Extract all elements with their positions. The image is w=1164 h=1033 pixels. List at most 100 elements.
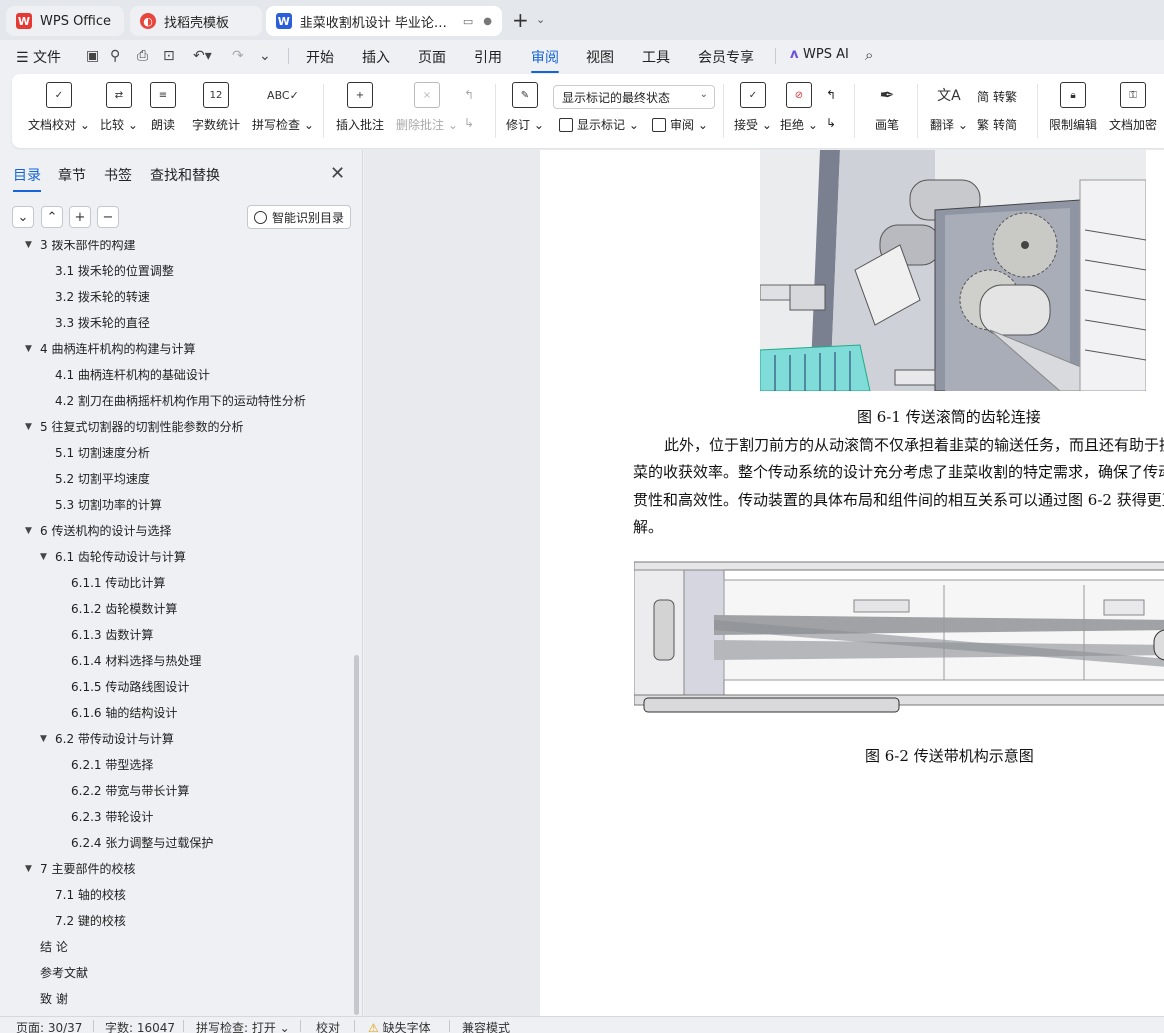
word-count-indicator[interactable]: 字数: 16047	[105, 1019, 175, 1033]
menu-references[interactable]: 引用	[474, 47, 502, 67]
page-indicator[interactable]: 页面: 30/37	[16, 1019, 82, 1033]
save-icon[interactable]: ▣	[86, 48, 99, 64]
translate-button[interactable]: 文A 翻译 ⌄	[930, 82, 968, 133]
toc-item[interactable]: 结 论	[40, 938, 68, 956]
toc-item[interactable]: 6.2.3 带轮设计	[71, 808, 153, 826]
collapse-chevron-down-icon[interactable]: ⌄	[12, 206, 34, 228]
proofread-indicator[interactable]: 校对	[316, 1019, 340, 1033]
toc-item[interactable]: 7 主要部件的校核	[40, 860, 135, 878]
pen-button[interactable]: ✒ 画笔	[874, 82, 900, 133]
review-pane-button[interactable]: 审阅 ⌄	[652, 116, 708, 133]
remove-heading-minus-icon[interactable]: −	[97, 206, 119, 228]
expand-triangle-icon[interactable]: ▼	[25, 418, 32, 436]
undo-icon[interactable]: ↶▾	[193, 48, 212, 64]
toc-item[interactable]: 6.1.6 轴的结构设计	[71, 704, 177, 722]
add-heading-plus-icon[interactable]: +	[69, 206, 91, 228]
menu-home[interactable]: 开始	[306, 47, 334, 67]
next-comment-icon[interactable]: ↳	[464, 116, 474, 130]
toc-item[interactable]: 6 传送机构的设计与选择	[40, 522, 171, 540]
spell-check-indicator[interactable]: 拼写检查: 打开 ⌄	[196, 1019, 290, 1033]
word-count-button[interactable]: 12 字数统计	[192, 82, 240, 133]
toc-item[interactable]: 3.2 拨禾轮的转速	[55, 288, 150, 306]
toc-item[interactable]: 致 谢	[40, 990, 68, 1008]
menu-page[interactable]: 页面	[418, 47, 446, 67]
markup-state-select[interactable]: 显示标记的最终状态 ⌄	[553, 85, 715, 109]
expand-triangle-icon[interactable]: ▼	[25, 240, 32, 254]
doc-check-button[interactable]: ✓ 文档校对 ⌄	[28, 82, 90, 133]
toc-item[interactable]: 6.1.5 传动路线图设计	[71, 678, 189, 696]
menu-view[interactable]: 视图	[586, 47, 614, 67]
menu-insert[interactable]: 插入	[362, 47, 390, 67]
expand-triangle-icon[interactable]: ▼	[40, 548, 47, 566]
nav-tab-find-replace[interactable]: 查找和替换	[150, 165, 220, 185]
toc-item[interactable]: 5.3 切割功率的计算	[55, 496, 162, 514]
prev-change-icon[interactable]: ↰	[826, 88, 836, 102]
toc-item[interactable]: 6.1.1 传动比计算	[71, 574, 165, 592]
expand-triangle-icon[interactable]: ▼	[25, 340, 32, 358]
menu-review[interactable]: 审阅	[531, 47, 559, 73]
toc-item[interactable]: 6.1.2 齿轮模数计算	[71, 600, 177, 618]
encrypt-button[interactable]: ⚿ 文档加密	[1109, 82, 1157, 133]
spell-check-button[interactable]: ABC✓ 拼写检查 ⌄	[252, 82, 314, 133]
to-simplified-button[interactable]: 繁 转简	[977, 116, 1017, 133]
redo-icon[interactable]: ↷	[232, 48, 244, 64]
file-menu[interactable]: ☰ 文件	[16, 47, 61, 67]
expand-triangle-icon[interactable]: ▼	[25, 860, 32, 878]
toc-item[interactable]: 5.1 切割速度分析	[55, 444, 150, 462]
chevron-down-icon[interactable]: ⌄	[536, 13, 545, 26]
toc-item[interactable]: 5 往复式切割器的切割性能参数的分析	[40, 418, 243, 436]
scrollbar[interactable]	[354, 655, 359, 1015]
toc-item[interactable]: 6.2.4 张力调整与过载保护	[71, 834, 213, 852]
compare-button[interactable]: ⇄ 比较 ⌄	[100, 82, 138, 133]
new-tab-plus-icon[interactable]: +	[512, 8, 529, 32]
restrict-edit-button[interactable]: 🔒︎ 限制编辑	[1049, 82, 1097, 133]
toc-item[interactable]: 参考文献	[40, 964, 88, 982]
more-chevron-icon[interactable]: ⌄	[259, 48, 271, 64]
toc-item[interactable]: 7.1 轴的校核	[55, 886, 126, 904]
share-icon[interactable]: ⚲	[110, 48, 120, 64]
expand-triangle-icon[interactable]: ▼	[25, 522, 32, 540]
tab-wps-office[interactable]: W WPS Office	[6, 6, 124, 36]
insert-comment-button[interactable]: + 插入批注	[336, 82, 384, 133]
toc-item[interactable]: 3.3 拨禾轮的直径	[55, 314, 150, 332]
delete-comment-button[interactable]: × 删除批注 ⌄	[396, 82, 458, 133]
nav-tab-sections[interactable]: 章节	[58, 165, 86, 185]
wps-ai-button[interactable]: ʌ WPS AI	[790, 47, 849, 62]
toc-item[interactable]: 7.2 键的校核	[55, 912, 126, 930]
print-preview-icon[interactable]: ⊡	[163, 48, 175, 64]
nav-tab-toc[interactable]: 目录	[13, 165, 41, 192]
close-icon[interactable]: ✕	[330, 163, 345, 184]
read-aloud-button[interactable]: ≡ 朗读	[150, 82, 176, 133]
tab-daoke-templates[interactable]: ◐ 找稻壳模板	[130, 6, 262, 36]
toc-item[interactable]: 4 曲柄连杆机构的构建与计算	[40, 340, 195, 358]
expand-triangle-icon[interactable]: ▼	[40, 730, 47, 748]
reject-button[interactable]: ⊘ 拒绝 ⌄	[780, 82, 818, 133]
next-change-icon[interactable]: ↳	[826, 116, 836, 130]
search-icon[interactable]: ⌕	[865, 46, 873, 64]
menu-member[interactable]: 会员专享	[698, 47, 754, 67]
show-markup-button[interactable]: 显示标记 ⌄	[559, 116, 639, 133]
toc-item[interactable]: 3 拨禾部件的构建	[40, 240, 135, 254]
to-traditional-button[interactable]: 简 转繁	[977, 88, 1017, 105]
toc-item[interactable]: 4.1 曲柄连杆机构的基础设计	[55, 366, 210, 384]
prev-comment-icon[interactable]: ↰	[464, 88, 474, 102]
toc-item[interactable]: 6.1.4 材料选择与热处理	[71, 652, 201, 670]
toc-item[interactable]: 6.2.1 带型选择	[71, 756, 153, 774]
collapse-chevron-up-icon[interactable]: ⌃	[41, 206, 63, 228]
missing-font-indicator[interactable]: ⚠ 缺失字体	[368, 1019, 431, 1033]
track-changes-button[interactable]: ✎ 修订 ⌄	[506, 82, 544, 133]
ai-toc-button[interactable]: 智能识别目录	[247, 205, 351, 229]
toc-item[interactable]: 6.1.3 齿数计算	[71, 626, 153, 644]
toc-item[interactable]: 5.2 切割平均速度	[55, 470, 150, 488]
toc-item[interactable]: 6.2 带传动设计与计算	[55, 730, 174, 748]
toc-item[interactable]: 3.1 拨禾轮的位置调整	[55, 262, 174, 280]
toc-item[interactable]: 6.1 齿轮传动设计与计算	[55, 548, 186, 566]
tab-document[interactable]: W 韭菜收割机设计 毕业论文定稿 ▭ ●	[266, 6, 502, 36]
accept-button[interactable]: ✓ 接受 ⌄	[734, 82, 772, 133]
print-icon[interactable]: ⎙	[137, 48, 148, 64]
nav-tab-bookmarks[interactable]: 书签	[104, 165, 132, 185]
unsaved-dot-icon[interactable]: ●	[483, 16, 492, 27]
toc-item[interactable]: 4.2 割刀在曲柄摇杆机构作用下的运动特性分析	[55, 392, 306, 410]
toc-item[interactable]: 6.2.2 带宽与带长计算	[71, 782, 189, 800]
menu-tools[interactable]: 工具	[642, 47, 670, 67]
